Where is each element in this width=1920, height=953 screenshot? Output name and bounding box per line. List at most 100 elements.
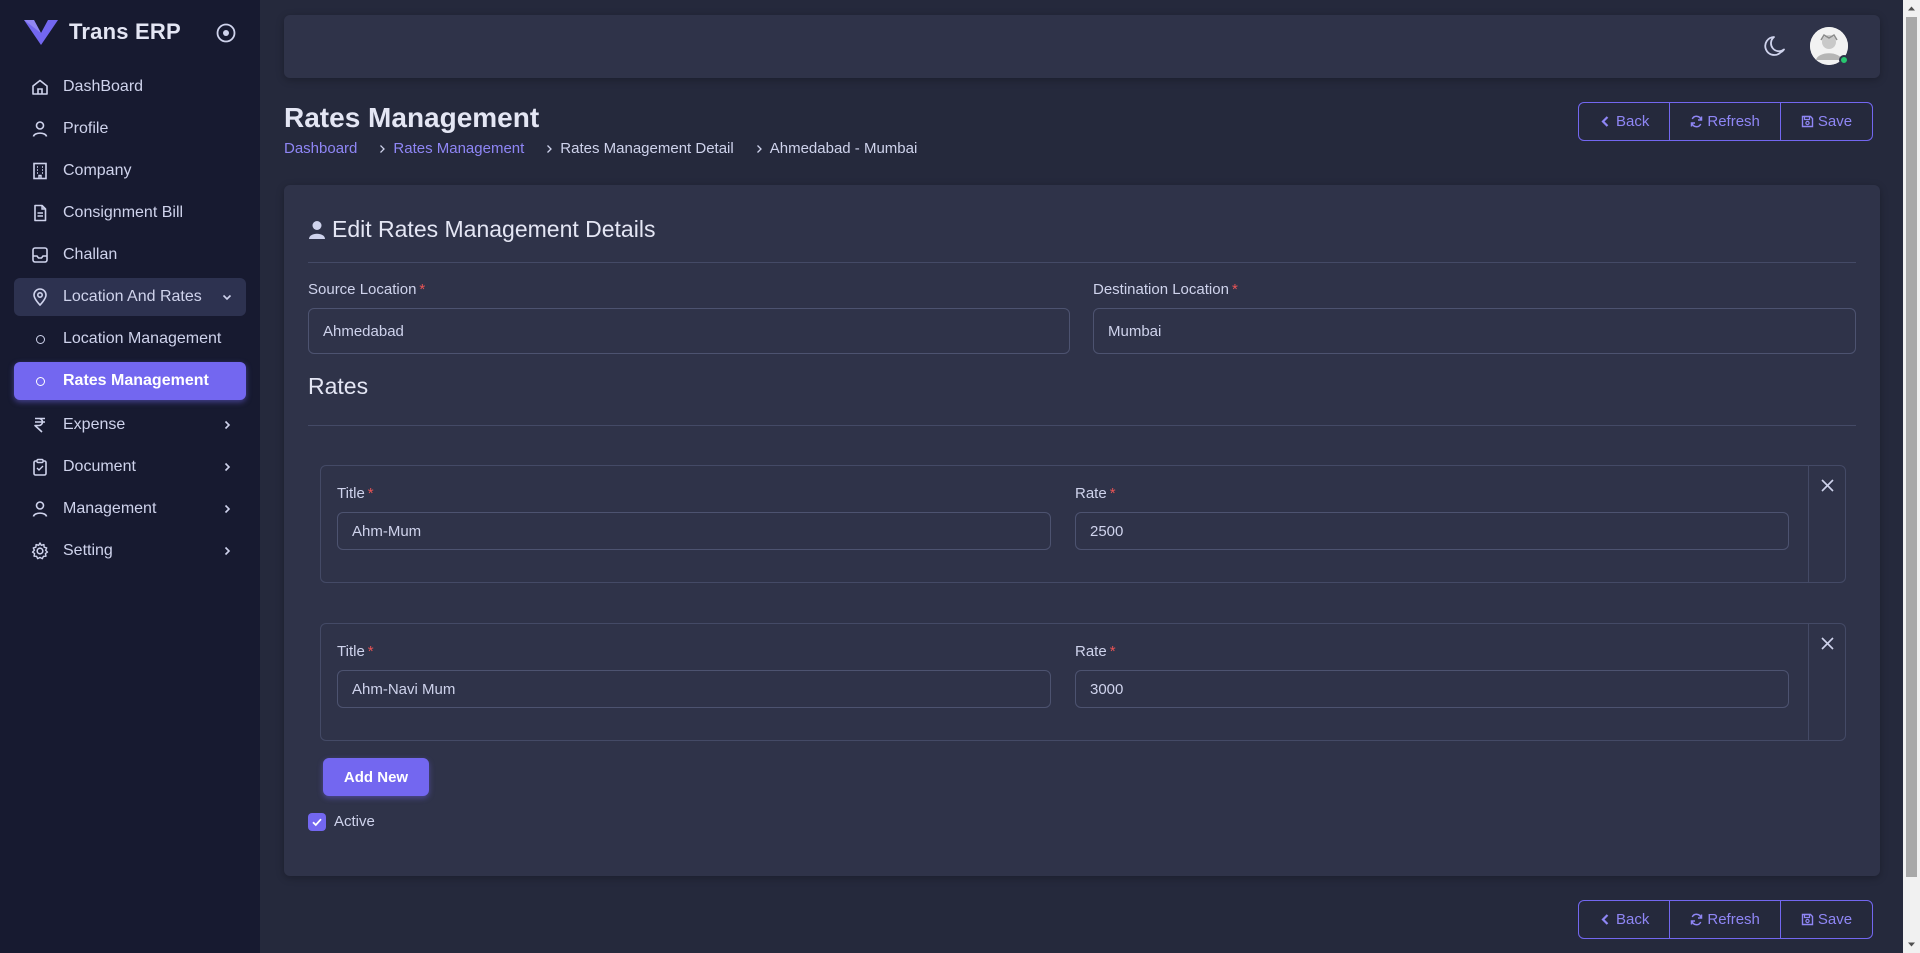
rates-section-title: Rates bbox=[308, 373, 369, 399]
sidebar-item-consignment-bill[interactable]: Consignment Bill bbox=[14, 194, 246, 232]
save-label: Save bbox=[1817, 113, 1853, 130]
title-label-text: Title bbox=[337, 485, 365, 502]
user-icon bbox=[309, 220, 325, 239]
chevron-right-icon bbox=[224, 420, 231, 430]
sidebar-item-rates-management[interactable]: Rates Management bbox=[14, 362, 246, 400]
source-location-label-text: Source Location bbox=[308, 281, 417, 298]
user-icon bbox=[32, 501, 48, 517]
rate-title-input[interactable]: Ahm-Mum bbox=[337, 512, 1051, 550]
refresh-label: Refresh bbox=[1707, 113, 1760, 130]
rate-label-text: Rate bbox=[1075, 485, 1107, 502]
inbox-icon bbox=[32, 247, 48, 263]
sidebar-item-label: Location Management bbox=[63, 330, 222, 347]
rupee-icon bbox=[34, 417, 45, 433]
top-action-buttons: Back Refresh Save bbox=[1578, 102, 1874, 141]
moon-icon[interactable] bbox=[1763, 33, 1789, 59]
sidebar-item-label: Management bbox=[63, 500, 157, 517]
source-location-input[interactable]: Ahmedabad bbox=[308, 308, 1070, 354]
refresh-icon bbox=[1691, 913, 1703, 926]
arrow-down-icon[interactable] bbox=[1907, 940, 1916, 949]
required-mark: * bbox=[1109, 485, 1116, 502]
breadcrumb-rates-management-detail[interactable]: Rates Management Detail bbox=[560, 140, 733, 157]
refresh-icon bbox=[1691, 115, 1703, 128]
sidebar-item-label: Setting bbox=[63, 542, 113, 559]
rate-row: Title * Ahm-Navi Mum Rate * 3000 bbox=[320, 623, 1846, 741]
sidebar-item-label: Expense bbox=[63, 416, 126, 433]
sidebar-item-location-management[interactable]: Location Management bbox=[14, 320, 246, 358]
close-icon bbox=[1821, 479, 1834, 492]
chevron-right-icon bbox=[224, 504, 231, 514]
sidebar-item-company[interactable]: Company bbox=[14, 152, 246, 190]
clipboard-icon bbox=[33, 458, 47, 476]
sidebar-item-label: Rates Management bbox=[63, 372, 209, 389]
edit-rates-card: Edit Rates Management Details Source Loc… bbox=[284, 185, 1880, 876]
arrow-up-icon[interactable] bbox=[1907, 4, 1916, 13]
refresh-label: Refresh bbox=[1707, 911, 1760, 928]
title-label-text: Title bbox=[337, 643, 365, 660]
brand[interactable]: Trans ERP bbox=[22, 15, 181, 49]
rate-label-text: Rate bbox=[1075, 643, 1107, 660]
close-icon bbox=[1821, 637, 1834, 650]
avatar[interactable] bbox=[1810, 27, 1849, 65]
sidebar-item-location-and-rates[interactable]: Location And Rates bbox=[14, 278, 246, 316]
back-label: Back bbox=[1616, 911, 1650, 928]
save-button[interactable]: Save bbox=[1781, 901, 1872, 938]
refresh-button[interactable]: Refresh bbox=[1670, 103, 1781, 140]
save-button[interactable]: Save bbox=[1781, 103, 1872, 140]
back-button[interactable]: Back bbox=[1579, 103, 1671, 140]
sidebar-item-label: DashBoard bbox=[63, 78, 144, 95]
sidebar-item-document[interactable]: Document bbox=[14, 448, 246, 486]
sidebar-menu: DashBoard Profile Company Consignment Bi… bbox=[14, 68, 246, 574]
title-label: Title * bbox=[337, 643, 374, 660]
rate-title-input[interactable]: Ahm-Navi Mum bbox=[337, 670, 1051, 708]
bottom-action-buttons: Back Refresh Save bbox=[1578, 900, 1874, 939]
sidebar-toggle-icon[interactable] bbox=[214, 21, 238, 45]
required-mark: * bbox=[1231, 281, 1238, 298]
refresh-button[interactable]: Refresh bbox=[1670, 901, 1781, 938]
sidebar-item-label: Consignment Bill bbox=[63, 204, 184, 221]
check-icon bbox=[312, 818, 322, 827]
circle-icon bbox=[36, 334, 45, 344]
sidebar-item-expense[interactable]: Expense bbox=[14, 406, 246, 444]
add-new-rate-button[interactable]: Add New bbox=[323, 758, 429, 796]
active-checkbox[interactable] bbox=[308, 813, 326, 831]
sidebar-item-management[interactable]: Management bbox=[14, 490, 246, 528]
circle-icon bbox=[36, 376, 45, 386]
card-title: Edit Rates Management Details bbox=[308, 216, 655, 243]
sidebar-item-dashboard[interactable]: DashBoard bbox=[14, 68, 246, 106]
sidebar-item-profile[interactable]: Profile bbox=[14, 110, 246, 148]
breadcrumb-current: Ahmedabad - Mumbai bbox=[769, 140, 918, 157]
breadcrumb-rates-management[interactable]: Rates Management bbox=[393, 140, 524, 157]
rate-value-input[interactable]: 3000 bbox=[1075, 670, 1789, 708]
destination-location-label: Destination Location * bbox=[1093, 281, 1238, 298]
remove-rate-button[interactable] bbox=[1808, 466, 1845, 582]
sidebar-item-setting[interactable]: Setting bbox=[14, 532, 246, 570]
user-icon bbox=[32, 121, 48, 137]
divider bbox=[308, 425, 1856, 426]
chevron-left-icon bbox=[1601, 914, 1609, 925]
back-button[interactable]: Back bbox=[1579, 901, 1671, 938]
chevron-right-icon bbox=[224, 546, 231, 556]
breadcrumb-dashboard[interactable]: Dashboard bbox=[284, 140, 357, 157]
gear-icon bbox=[31, 542, 49, 560]
home-icon bbox=[32, 79, 48, 95]
online-status-indicator bbox=[1839, 55, 1849, 65]
save-label: Save bbox=[1817, 911, 1853, 928]
rate-label: Rate * bbox=[1075, 643, 1116, 660]
active-label[interactable]: Active bbox=[334, 813, 375, 830]
required-mark: * bbox=[367, 485, 374, 502]
divider bbox=[308, 262, 1856, 263]
scrollbar-thumb[interactable] bbox=[1906, 17, 1917, 877]
floppy-disk-icon bbox=[1801, 115, 1814, 128]
floppy-disk-icon bbox=[1801, 913, 1814, 926]
rate-value-input[interactable]: 2500 bbox=[1075, 512, 1789, 550]
page-scrollbar[interactable] bbox=[1903, 0, 1920, 953]
sidebar-item-label: Profile bbox=[63, 120, 109, 137]
chevron-right-icon bbox=[756, 144, 762, 153]
top-navbar bbox=[284, 15, 1880, 78]
remove-rate-button[interactable] bbox=[1808, 624, 1845, 740]
required-mark: * bbox=[419, 281, 426, 298]
sidebar-item-challan[interactable]: Challan bbox=[14, 236, 246, 274]
destination-location-input[interactable]: Mumbai bbox=[1093, 308, 1856, 354]
back-label: Back bbox=[1616, 113, 1650, 130]
